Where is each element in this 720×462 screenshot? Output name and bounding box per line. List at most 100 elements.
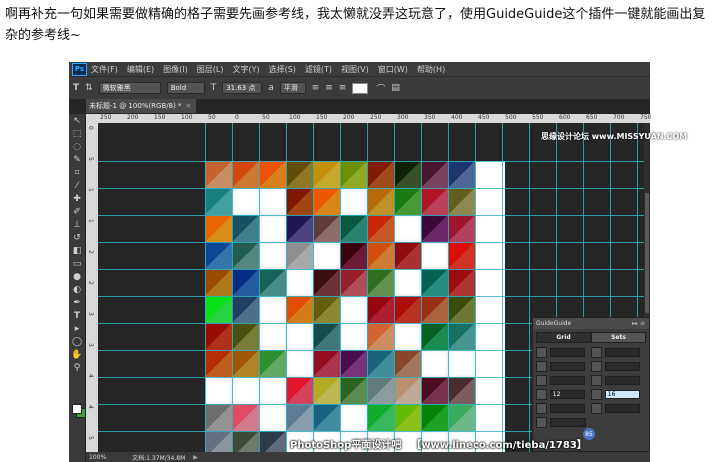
stamp-tool-icon[interactable]: ⊥ (69, 218, 85, 231)
rows-field[interactable]: 16 (604, 389, 640, 399)
grid-tile (340, 242, 367, 269)
dodge-tool-icon[interactable]: ◐ (69, 283, 85, 296)
horizontal-guide[interactable] (98, 269, 644, 270)
horizontal-guide[interactable] (98, 161, 644, 162)
vertical-guide[interactable] (475, 123, 476, 452)
character-panel-icon[interactable]: ▤ (391, 83, 400, 93)
horizontal-guide[interactable] (98, 188, 644, 189)
grid-tile (205, 188, 232, 215)
document-canvas[interactable] (205, 161, 505, 452)
vertical-guide[interactable] (394, 123, 395, 452)
text-orientation-icon[interactable]: ⇅ (85, 83, 93, 93)
settings-field[interactable] (550, 417, 586, 427)
vertical-guide[interactable] (232, 123, 233, 452)
vertical-guide[interactable] (205, 123, 206, 452)
close-icon[interactable]: × (186, 102, 192, 110)
move-tool-icon[interactable]: ↖ (69, 114, 85, 127)
grid-tile (340, 323, 367, 350)
menu-layer[interactable]: 图层(L) (197, 64, 224, 75)
vertical-guide[interactable] (313, 123, 314, 452)
vertical-guide[interactable] (259, 123, 260, 452)
warp-text-icon[interactable]: ⌒ (376, 82, 385, 95)
scrollbar-thumb[interactable] (645, 193, 649, 313)
zoom-level[interactable]: 100% (89, 454, 106, 461)
row-height-field[interactable] (604, 375, 640, 385)
healing-tool-icon[interactable]: ✚ (69, 192, 85, 205)
vertical-guide[interactable] (529, 123, 530, 452)
pen-tool-icon[interactable]: ✒ (69, 296, 85, 309)
zoom-tool-icon[interactable]: ⚲ (69, 361, 85, 374)
path-select-tool-icon[interactable]: ▸ (69, 322, 85, 335)
vertical-guide[interactable] (367, 123, 368, 452)
history-brush-tool-icon[interactable]: ↺ (69, 231, 85, 244)
margin-right-icon (591, 346, 602, 358)
row-gutter-field[interactable] (604, 403, 640, 413)
brush-tool-icon[interactable]: ✐ (69, 205, 85, 218)
grid-tile (259, 269, 286, 296)
columns-field[interactable]: 12 (549, 389, 585, 399)
align-center-icon[interactable]: ≡ (325, 83, 333, 93)
grid-tile (421, 188, 448, 215)
crop-tool-icon[interactable]: ⌗ (69, 166, 85, 179)
font-size-field[interactable]: 31.63 点 (222, 82, 263, 94)
eraser-tool-icon[interactable]: ◧ (69, 244, 85, 257)
margin-top-field[interactable] (549, 361, 585, 371)
vertical-guide[interactable] (340, 123, 341, 452)
menu-image[interactable]: 图像(I) (163, 64, 188, 75)
vertical-guide[interactable] (448, 123, 449, 452)
eyedropper-tool-icon[interactable]: ⁄ (69, 179, 85, 192)
document-tab[interactable]: 未标题-1 @ 100%(RGB/8) * × (86, 99, 196, 113)
horizontal-guide[interactable] (98, 296, 644, 297)
status-menu-arrow-icon[interactable]: ▶ (193, 454, 198, 461)
ruler-v-label: 5 (87, 157, 94, 161)
text-color-swatch[interactable] (352, 82, 369, 94)
menu-filter[interactable]: 滤镜(T) (305, 64, 332, 75)
margin-right-field[interactable] (604, 347, 640, 357)
marquee-tool-icon[interactable]: ⬚ (69, 127, 85, 140)
menu-help[interactable]: 帮助(H) (417, 64, 445, 75)
grid-tile (259, 323, 286, 350)
type-tool-icon[interactable]: T (73, 83, 79, 93)
menu-type[interactable]: 文字(Y) (232, 64, 259, 75)
menu-view[interactable]: 视图(V) (341, 64, 369, 75)
menu-select[interactable]: 选择(S) (269, 64, 296, 75)
align-right-icon[interactable]: ≡ (339, 83, 347, 93)
panel-menu-icon[interactable]: ▸▸ ≡ (632, 320, 645, 327)
margin-bottom-field[interactable] (604, 361, 640, 371)
margin-left-field[interactable] (549, 347, 585, 357)
gradient-tool-icon[interactable]: ▭ (69, 257, 85, 270)
tab-sets[interactable]: Sets (591, 332, 646, 343)
horizontal-guide[interactable] (98, 242, 644, 243)
grid-tile (232, 242, 259, 269)
shape-tool-icon[interactable]: ◯ (69, 335, 85, 348)
blur-tool-icon[interactable]: ● (69, 270, 85, 283)
tab-grid[interactable]: Grid (536, 332, 591, 343)
hand-tool-icon[interactable]: ✋ (69, 348, 85, 361)
menu-edit[interactable]: 编辑(E) (127, 64, 154, 75)
text-tool-icon[interactable]: T (69, 309, 85, 322)
gutter-field[interactable] (549, 403, 585, 413)
margin-bottom-icon (591, 360, 602, 372)
column-width-field[interactable] (549, 375, 585, 385)
menu-file[interactable]: 文件(F) (91, 64, 118, 75)
menu-window[interactable]: 窗口(W) (378, 64, 408, 75)
grid-tile (448, 188, 475, 215)
grid-tile (205, 296, 232, 323)
settings-icon[interactable] (536, 416, 547, 428)
vertical-guide[interactable] (421, 123, 422, 452)
font-family-select[interactable]: 微软雅黑 (98, 82, 161, 94)
grid-tile (421, 161, 448, 188)
ruler-h-label: 300 (397, 114, 409, 121)
antialias-select[interactable]: 平滑 (279, 82, 306, 94)
quick-select-tool-icon[interactable]: ✎ (69, 153, 85, 166)
align-left-icon[interactable]: ≡ (312, 83, 320, 93)
vertical-ruler: 0 5 1 1 2 2 3 3 4 4 5 (86, 114, 98, 452)
guideguide-title: GuideGuide (536, 320, 572, 327)
vertical-guide[interactable] (502, 123, 503, 452)
font-style-select[interactable]: Bold (166, 82, 205, 94)
options-bar: T ⇅ 微软雅黑 Bold T 31.63 点 a 平滑 ≡ ≡ ≡ ⌒ ▤ (69, 76, 650, 99)
vertical-guide[interactable] (286, 123, 287, 452)
lasso-tool-icon[interactable]: ◌ (69, 140, 85, 153)
foreground-color-swatch[interactable] (72, 404, 82, 414)
horizontal-guide[interactable] (98, 215, 644, 216)
